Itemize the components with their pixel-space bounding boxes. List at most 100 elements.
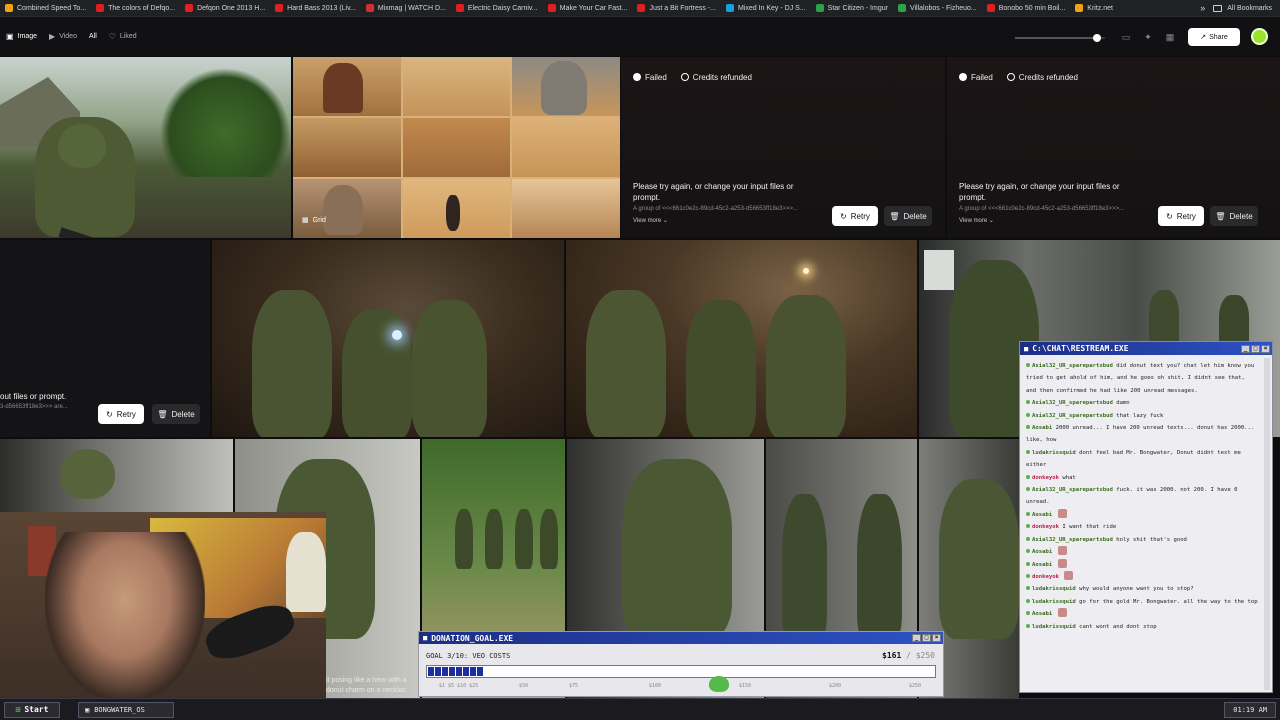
zoom-slider[interactable] (1015, 34, 1105, 42)
retry-button[interactable]: ↻ Retry (832, 206, 878, 226)
filter-all-label: All (88, 33, 97, 40)
retry-icon: ↻ (106, 409, 113, 419)
list-view-icon[interactable]: ▭ (1120, 31, 1132, 43)
bookmark-item[interactable]: The colors of Defqo... (91, 0, 180, 17)
maximize-button[interactable]: □ (922, 634, 931, 642)
bookmark-item[interactable]: Star Citizen - Imgur (811, 0, 893, 17)
filter-liked[interactable]: ♡ Liked (103, 27, 143, 47)
delete-button[interactable]: 🗑 Delete (884, 206, 932, 226)
image-light-bulb (803, 268, 809, 274)
close-button[interactable]: × (1261, 344, 1270, 353)
refund-status: Credits refunded (680, 73, 752, 82)
platform-icon (1026, 425, 1030, 430)
bookmarks-overflow-button[interactable]: » (1192, 3, 1213, 13)
chat-username: Aosabi (1032, 611, 1053, 618)
grid-view-icon[interactable]: ▦ (1164, 31, 1176, 43)
bookmark-item[interactable]: Mixed In Key - DJ S... (721, 0, 811, 17)
zoom-slider-knob[interactable] (1093, 34, 1101, 42)
bookmark-label: Bonobo 50 min Boil... (998, 4, 1066, 12)
bookmark-item[interactable]: Make Your Car Fast... (543, 0, 633, 17)
emote-icon (1064, 570, 1074, 580)
chat-text: holy shit that's good (1116, 536, 1187, 543)
delete-button[interactable]: 🗑 Delete (152, 404, 200, 424)
image-figure (485, 509, 503, 569)
settings-icon[interactable]: ✦ (1142, 31, 1154, 43)
failure-message: Please try again, or change your input f… (959, 182, 1120, 202)
failed-status: Failed (633, 73, 667, 82)
chat-username: Axial32_UR_sparepartsbud (1032, 487, 1113, 494)
chat-text: 2000 unread... I have 200 unread texts..… (1026, 425, 1255, 444)
donation-milestone-label: $200 (829, 683, 842, 689)
close-button[interactable]: × (932, 634, 941, 642)
filter-video[interactable]: ▶ Video (43, 27, 83, 47)
webcam-overlay (0, 512, 326, 698)
all-bookmarks-button[interactable]: All Bookmarks (1213, 4, 1280, 12)
minimize-button[interactable]: _ (1241, 344, 1250, 353)
generated-image-frog-soldier-camp[interactable] (0, 57, 291, 238)
chevron-down-icon: ⌄ (662, 218, 668, 224)
emote-icon (1057, 546, 1067, 556)
filter-image[interactable]: ▣ Image (0, 27, 43, 47)
generated-image-tunnel-squad-1[interactable] (212, 240, 564, 437)
chat-username: donkeyok (1032, 573, 1059, 580)
failed-status-label: Failed (971, 73, 993, 82)
generated-image-grid-desert[interactable] (293, 57, 620, 238)
bookmark-item[interactable]: Kritz.net (1070, 0, 1118, 17)
bookmark-item[interactable]: Defqon One 2013 H... (180, 0, 270, 17)
chat-scrollbar[interactable] (1264, 358, 1270, 690)
prompt-preview: A group of <<<661c0e2c-89cd-45c2-a253-d5… (633, 206, 799, 212)
retry-button[interactable]: ↻ Retry (1158, 206, 1204, 226)
platform-icon (1026, 511, 1030, 516)
user-avatar[interactable] (1251, 28, 1268, 45)
status-row: Failed Credits refunded (633, 73, 752, 82)
failed-generation-card-partial: out files or prompt. 3-d56653ff18e3>>> a… (0, 240, 210, 437)
chat-username: ludakrissquid (1032, 623, 1076, 630)
share-button[interactable]: ↗ Share (1188, 28, 1240, 46)
favicon-icon (547, 4, 556, 12)
platform-icon (1026, 623, 1030, 628)
retry-button[interactable]: ↻ Retry (98, 404, 144, 424)
maximize-button[interactable]: □ (1251, 344, 1260, 353)
chat-text: go for the gold Mr. Bongwater. all the w… (1079, 598, 1258, 605)
chat-message: ludakrissquid go for the gold Mr. Bongwa… (1026, 596, 1258, 608)
chat-text: why would anyone want you to stop? (1079, 586, 1194, 593)
bookmark-item[interactable]: Electric Daisy Carniv... (451, 0, 543, 17)
platform-icon (1026, 400, 1030, 405)
grid-figure-3 (323, 185, 363, 235)
image-figure (540, 509, 558, 569)
bookmark-item[interactable]: Bonobo 50 min Boil... (982, 0, 1071, 17)
taskbar-item-bongwater-os[interactable]: ▣ BONGWATER_OS (78, 701, 174, 718)
chat-message: ludakrissquid why would anyone want you … (1026, 583, 1258, 595)
filter-all[interactable]: All (83, 27, 103, 47)
minimize-button[interactable]: _ (912, 634, 921, 642)
delete-button[interactable]: 🗑 Delete (1210, 206, 1258, 226)
bookmark-item[interactable]: Villalobos - Fizheuo... (893, 0, 982, 17)
trash-icon: 🗑 (157, 409, 168, 419)
platform-icon (1026, 586, 1030, 591)
donation-progress-fill (428, 667, 484, 676)
generated-image-tunnel-squad-2[interactable] (566, 240, 917, 437)
start-button[interactable]: ⊞ Start (4, 701, 60, 718)
platform-icon (1026, 549, 1030, 554)
platform-icon (1026, 561, 1030, 566)
grid-figure-4 (446, 195, 460, 231)
prompt-preview: 3-d56653ff18e3>>> are... (0, 404, 68, 410)
view-more-link[interactable]: View more ⌄ (633, 217, 668, 224)
bookmark-item[interactable]: Hard Bass 2013 (Liv... (270, 0, 361, 17)
platform-icon (1026, 524, 1030, 529)
chat-username: Aosabi (1032, 549, 1053, 556)
bookmark-item[interactable]: Just a Bit Fortress -... (632, 0, 721, 17)
grid-figure-1 (323, 63, 363, 113)
bookmark-item[interactable]: Mixmag | WATCH D... (361, 0, 451, 17)
chat-username: ludakrissquid (1032, 586, 1076, 593)
donation-milestone-label: $1 $5 $10 $25 (439, 683, 479, 689)
view-more-link[interactable]: View more ⌄ (959, 217, 994, 224)
heart-icon: ♡ (108, 32, 116, 41)
bookmark-list: Combined Speed To... The colors of Defqo.… (0, 0, 1118, 17)
favicon-icon (365, 4, 374, 12)
video-icon: ▶ (49, 32, 56, 41)
platform-icon (1026, 449, 1030, 454)
chevron-down-icon: ⌄ (988, 218, 994, 224)
emote-icon (1057, 508, 1067, 518)
bookmark-item[interactable]: Combined Speed To... (0, 0, 91, 17)
